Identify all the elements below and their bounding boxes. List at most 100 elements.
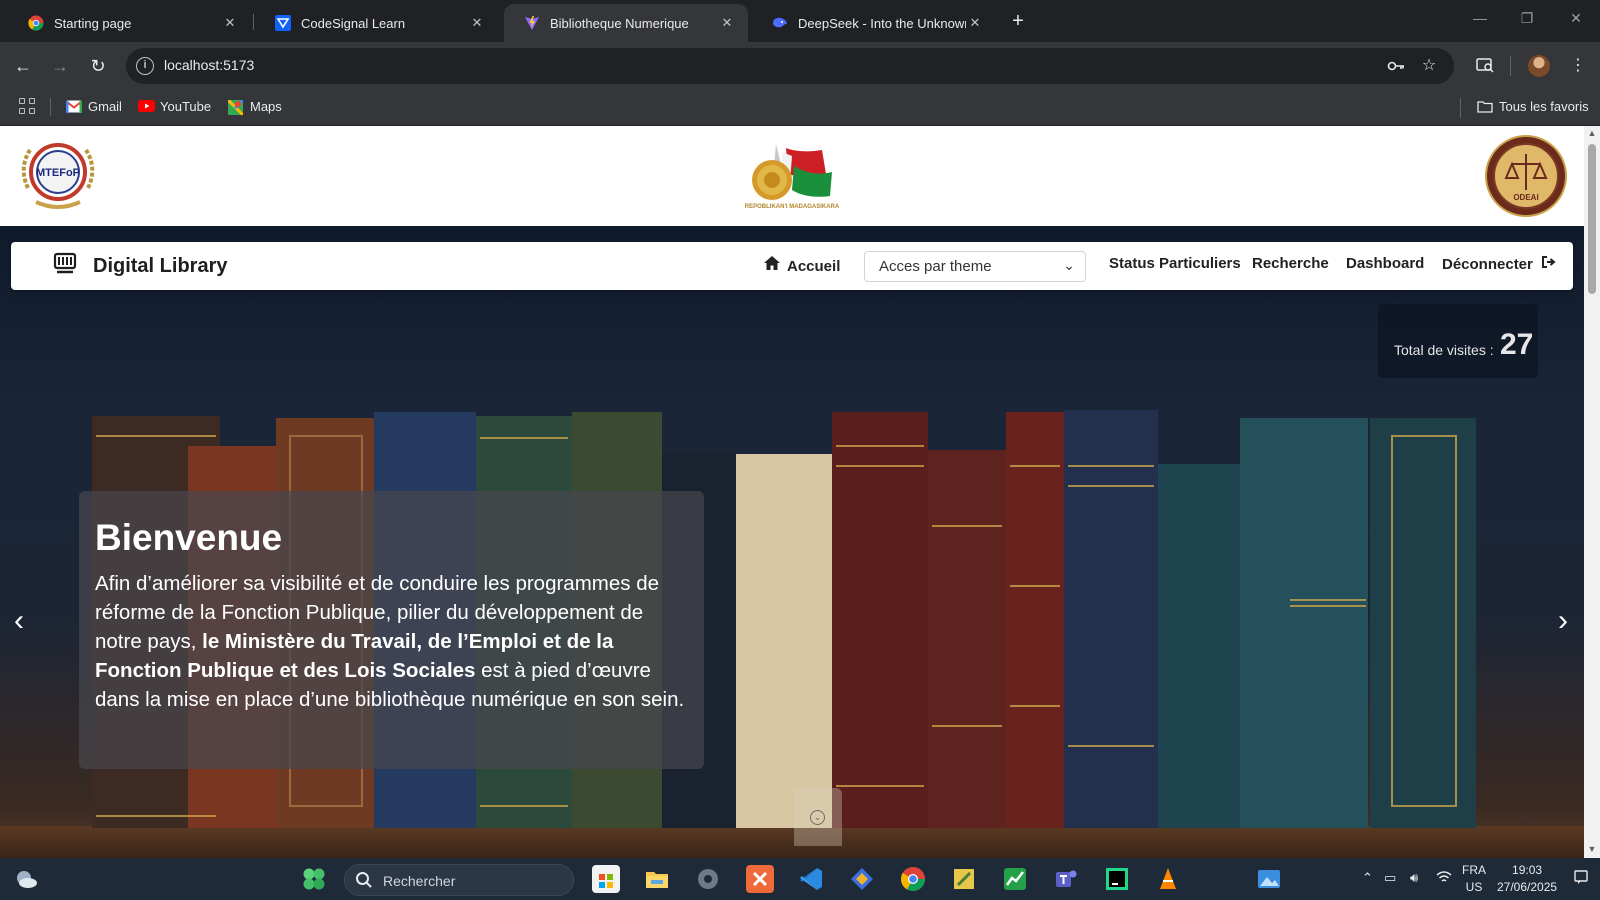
url-text[interactable]: localhost:5173: [164, 57, 254, 73]
clock[interactable]: 19:03 27/06/2025: [1497, 862, 1557, 896]
nav-accueil[interactable]: Accueil: [763, 255, 840, 275]
chrome-icon: [28, 15, 44, 31]
region-code: US: [1465, 880, 1483, 894]
visits-counter: Total de visites : 27: [1378, 304, 1538, 378]
bookmark-gmail[interactable]: Gmail: [65, 99, 122, 114]
chevron-down-icon: ⌄: [1063, 257, 1075, 273]
pycharm-icon[interactable]: [1103, 865, 1131, 893]
address-bar[interactable]: i localhost:5173 ☆: [126, 48, 1454, 84]
password-key-icon[interactable]: [1386, 56, 1406, 76]
browser-toolbar: ← → ↻ i localhost:5173 ☆ ⋮: [0, 42, 1600, 90]
odeai-seal: ODEAI: [1485, 135, 1567, 217]
photos-icon[interactable]: [1255, 865, 1283, 893]
home-icon: [763, 255, 781, 275]
scroll-down-icon[interactable]: ▼: [1587, 844, 1597, 854]
codesignal-icon: [275, 15, 291, 31]
bookmarks-separator: [1460, 98, 1461, 118]
profile-avatar[interactable]: [1528, 55, 1550, 77]
maps-icon: [226, 98, 245, 116]
bookmark-youtube[interactable]: YouTube: [138, 99, 211, 114]
minimize-icon[interactable]: —: [1470, 10, 1490, 26]
microsoft-store-icon[interactable]: [592, 865, 620, 893]
scroll-down-button[interactable]: ⌄: [794, 788, 842, 846]
all-bookmarks[interactable]: Tous les favoris: [1477, 99, 1589, 114]
notification-icon[interactable]: [1574, 870, 1588, 887]
close-icon[interactable]: ✕: [718, 15, 736, 31]
welcome-text: Afin d’améliorer sa visibilité et de con…: [95, 569, 688, 714]
close-icon[interactable]: ✕: [221, 15, 239, 31]
weather-icon[interactable]: [12, 865, 40, 893]
close-icon[interactable]: ✕: [468, 15, 486, 31]
xampp-icon[interactable]: [746, 865, 774, 893]
hero-carousel: Digital Library Accueil Acces par theme …: [0, 226, 1584, 858]
tab-starting-page[interactable]: Starting page ✕: [8, 4, 251, 42]
tab-codesignal[interactable]: CodeSignal Learn ✕: [255, 4, 498, 42]
taskbar-search[interactable]: Rechercher: [344, 864, 574, 896]
tab-title: Starting page: [54, 15, 132, 31]
library-icon: [53, 252, 77, 274]
volume-icon[interactable]: 🔊︎: [1410, 870, 1418, 886]
nav-status-particuliers[interactable]: Status Particuliers: [1109, 255, 1241, 272]
window-close-icon[interactable]: ✕: [1566, 10, 1586, 27]
gmail-icon: [65, 100, 83, 114]
tab-search-icon[interactable]: [1474, 55, 1496, 77]
restore-icon[interactable]: ❐: [1517, 10, 1537, 27]
chrome-taskbar-icon[interactable]: [899, 865, 927, 893]
wifi-icon[interactable]: [1436, 870, 1452, 887]
more-menu-icon[interactable]: ⋮: [1567, 55, 1589, 77]
visits-count: 27: [1500, 328, 1534, 361]
stocks-icon[interactable]: [1001, 865, 1029, 893]
bookmark-label: YouTube: [160, 99, 212, 114]
tab-strip: Starting page ✕ CodeSignal Learn ✕ Bibli…: [0, 0, 1600, 42]
tab-title: Bibliotheque Numerique: [550, 15, 689, 31]
bookmark-star-icon[interactable]: ☆: [1419, 56, 1439, 76]
forward-icon[interactable]: →: [48, 54, 72, 78]
vscode-icon[interactable]: [797, 865, 825, 893]
tab-separator: [253, 14, 254, 30]
carousel-prev-icon[interactable]: ‹: [4, 604, 34, 640]
file-explorer-icon[interactable]: [643, 865, 671, 893]
scroll-up-icon[interactable]: ▲: [1587, 128, 1597, 138]
site-header: MTEFoP REPOBLIKAN'I MADAGASIKARA ODEAI: [0, 126, 1584, 226]
seal-text: ODEAI: [1513, 193, 1538, 202]
tab-bibliotheque-numerique[interactable]: Bibliotheque Numerique ✕: [504, 4, 748, 42]
settings-app-icon[interactable]: [694, 865, 722, 893]
back-icon[interactable]: ←: [11, 54, 35, 78]
tab-title: DeepSeek - Into the Unknown: [798, 15, 966, 31]
git-client-icon[interactable]: [848, 865, 876, 893]
new-tab-button[interactable]: +: [1006, 10, 1030, 32]
deepseek-icon: [772, 15, 788, 31]
clock-time: 19:03: [1512, 863, 1543, 877]
start-icon[interactable]: [300, 865, 328, 893]
language-code: FRA: [1462, 863, 1486, 877]
page-scrollbar[interactable]: ▲ ▼: [1584, 126, 1600, 858]
main-navbar: Digital Library Accueil Acces par theme …: [11, 242, 1573, 290]
vlc-icon[interactable]: [1154, 865, 1182, 893]
tab-title: CodeSignal Learn: [301, 15, 406, 31]
reload-icon[interactable]: ↻: [86, 54, 110, 78]
visits-label: Total de visites :: [1394, 342, 1494, 358]
close-icon[interactable]: ✕: [966, 15, 984, 31]
carousel-next-icon[interactable]: ›: [1548, 604, 1578, 640]
sticky-notes-icon[interactable]: [950, 865, 978, 893]
battery-icon[interactable]: ▭: [1384, 870, 1396, 886]
welcome-title: Bienvenue: [95, 517, 283, 558]
theme-select[interactable]: Acces par theme ⌄: [864, 251, 1086, 282]
bookmark-label: Maps: [250, 99, 282, 114]
welcome-caption: Bienvenue Afin d’améliorer sa visibilité…: [79, 491, 704, 769]
apps-icon[interactable]: [18, 97, 36, 115]
nav-dashboard[interactable]: Dashboard: [1346, 255, 1424, 272]
site-info-icon[interactable]: i: [136, 57, 154, 75]
brand-title[interactable]: Digital Library: [93, 255, 227, 278]
bookmarks-bar: Gmail YouTube Maps Tous les favoris: [0, 90, 1600, 126]
tray-expand-icon[interactable]: ⌃: [1362, 870, 1373, 886]
teams-icon[interactable]: [1052, 865, 1080, 893]
nav-deconnecter[interactable]: Déconnecter: [1442, 255, 1557, 273]
bookmark-maps[interactable]: Maps: [226, 98, 282, 116]
folder-icon: [1477, 100, 1493, 114]
ministry-logo: MTEFoP: [21, 143, 95, 209]
language-indicator[interactable]: FRA US: [1462, 862, 1486, 896]
nav-recherche[interactable]: Recherche: [1252, 255, 1329, 272]
scrollbar-thumb[interactable]: [1588, 144, 1596, 294]
tab-deepseek[interactable]: DeepSeek - Into the Unknown ✕: [752, 4, 996, 42]
